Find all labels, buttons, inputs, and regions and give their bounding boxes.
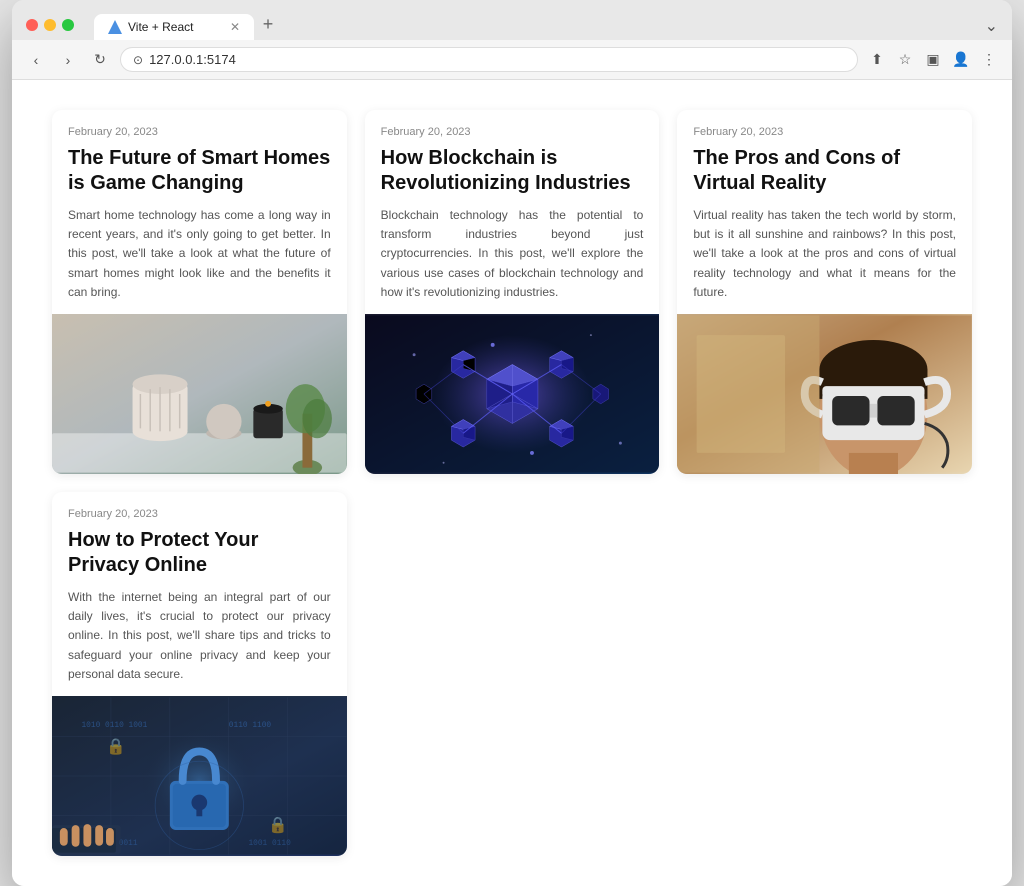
address-bar[interactable]: ⊙ 127.0.0.1:5174	[120, 47, 858, 72]
bookmark-icon[interactable]: ☆	[894, 49, 916, 71]
card-excerpt: With the internet being an integral part…	[68, 588, 331, 684]
card-title: How to Protect Your Privacy Online	[68, 528, 331, 578]
tab-favicon	[108, 20, 122, 34]
card-excerpt: Virtual reality has taken the tech world…	[693, 206, 956, 302]
reload-button[interactable]: ↻	[88, 48, 112, 72]
toolbar-actions: ⬆ ☆ ▣ 👤 ⋮	[866, 49, 1000, 71]
card-vr[interactable]: February 20, 2023 The Pros and Cons of V…	[677, 110, 972, 474]
page-content: February 20, 2023 The Future of Smart Ho…	[12, 80, 1012, 886]
svg-text:1010 0110 1001: 1010 0110 1001	[81, 721, 147, 730]
maximize-button[interactable]	[62, 19, 74, 31]
card-date: February 20, 2023	[68, 508, 331, 520]
card-date: February 20, 2023	[68, 126, 331, 138]
card-date: February 20, 2023	[381, 126, 644, 138]
card-title: The Future of Smart Homes is Game Changi…	[68, 146, 331, 196]
traffic-lights	[26, 19, 74, 31]
card-content: February 20, 2023 The Pros and Cons of V…	[677, 110, 972, 314]
tab-view-icon[interactable]: ▣	[922, 49, 944, 71]
card-blockchain[interactable]: February 20, 2023 How Blockchain is Revo…	[365, 110, 660, 474]
card-content: February 20, 2023 How Blockchain is Revo…	[365, 110, 660, 314]
tab-overflow-button[interactable]: ⌄	[985, 16, 998, 40]
card-privacy[interactable]: February 20, 2023 How to Protect Your Pr…	[52, 492, 347, 856]
titlebar: Vite + React ✕ + ⌄	[12, 0, 1012, 40]
card-image-smarthome	[52, 314, 347, 474]
active-tab[interactable]: Vite + React ✕	[94, 14, 254, 40]
lock-icon: ⊙	[133, 53, 143, 67]
card-image-blockchain	[365, 314, 660, 474]
close-button[interactable]	[26, 19, 38, 31]
blog-grid-top: February 20, 2023 The Future of Smart Ho…	[52, 110, 972, 474]
card-excerpt: Smart home technology has come a long wa…	[68, 206, 331, 302]
profile-icon[interactable]: 👤	[950, 49, 972, 71]
card-image-privacy: 1010 0110 1001 0110 1100 0101 1010 0011 …	[52, 696, 347, 856]
svg-text:0110 1100: 0110 1100	[229, 721, 272, 730]
tab-bar: Vite + React ✕ + ⌄	[94, 10, 998, 40]
card-title: The Pros and Cons of Virtual Reality	[693, 146, 956, 196]
tab-title: Vite + React	[128, 20, 224, 34]
card-image-vr	[677, 314, 972, 474]
card-date: February 20, 2023	[693, 126, 956, 138]
card-smart-homes[interactable]: February 20, 2023 The Future of Smart Ho…	[52, 110, 347, 474]
share-icon[interactable]: ⬆	[866, 49, 888, 71]
card-excerpt: Blockchain technology has the potential …	[381, 206, 644, 302]
blog-grid-bottom: February 20, 2023 How to Protect Your Pr…	[52, 492, 972, 856]
back-button[interactable]: ‹	[24, 48, 48, 72]
browser-window: Vite + React ✕ + ⌄ ‹ › ↻ ⊙ 127.0.0.1:517…	[12, 0, 1012, 886]
svg-text:1001 0110: 1001 0110	[248, 839, 291, 848]
menu-icon[interactable]: ⋮	[978, 49, 1000, 71]
card-content: February 20, 2023 How to Protect Your Pr…	[52, 492, 347, 696]
svg-text:🔒: 🔒	[268, 816, 288, 834]
card-content: February 20, 2023 The Future of Smart Ho…	[52, 110, 347, 314]
svg-text:🔒: 🔒	[106, 737, 126, 755]
toolbar: ‹ › ↻ ⊙ 127.0.0.1:5174 ⬆ ☆ ▣ 👤 ⋮	[12, 40, 1012, 80]
new-tab-button[interactable]: +	[254, 10, 282, 38]
card-title: How Blockchain is Revolutionizing Indust…	[381, 146, 644, 196]
url-text: 127.0.0.1:5174	[149, 52, 236, 67]
forward-button[interactable]: ›	[56, 48, 80, 72]
tab-close-icon[interactable]: ✕	[230, 21, 240, 33]
minimize-button[interactable]	[44, 19, 56, 31]
